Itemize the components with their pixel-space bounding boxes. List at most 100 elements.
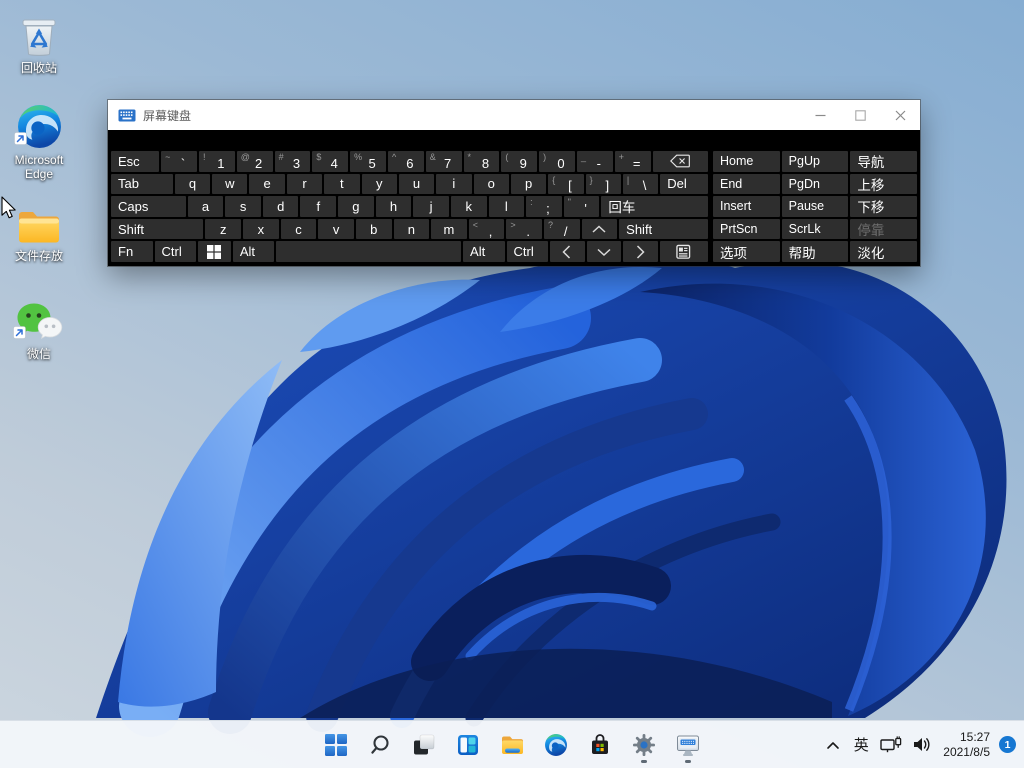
key-上移[interactable]: 上移	[850, 174, 917, 195]
key-y[interactable]: y	[362, 174, 397, 195]
key-停靠[interactable]: 停靠	[850, 219, 917, 240]
key-Caps[interactable]: Caps	[111, 196, 186, 217]
key-arrow-down[interactable]	[587, 241, 622, 262]
key-5[interactable]: %5	[350, 151, 386, 172]
taskbar-file-explorer-button[interactable]	[492, 725, 532, 765]
key-h[interactable]: h	[376, 196, 412, 217]
key-t[interactable]: t	[324, 174, 359, 195]
key-x[interactable]: x	[243, 219, 279, 240]
key-6[interactable]: ^6	[388, 151, 424, 172]
key-.[interactable]: >.	[506, 219, 542, 240]
key-o[interactable]: o	[474, 174, 509, 195]
key-,[interactable]: <,	[469, 219, 505, 240]
maximize-button[interactable]	[840, 100, 880, 130]
key-v[interactable]: v	[318, 219, 354, 240]
key-menu[interactable]	[660, 241, 708, 262]
key-arrow-left[interactable]	[550, 241, 585, 262]
key-\[interactable]: |\	[623, 174, 658, 195]
key-k[interactable]: k	[451, 196, 487, 217]
key-Home[interactable]: Home	[713, 151, 780, 172]
desktop-icon-microsoft-edge[interactable]: Microsoft Edge	[2, 103, 76, 181]
key-d[interactable]: d	[263, 196, 299, 217]
key-u[interactable]: u	[399, 174, 434, 195]
taskbar-start-button[interactable]	[316, 725, 356, 765]
key-9[interactable]: (9	[501, 151, 537, 172]
key-space[interactable]	[276, 241, 461, 262]
key-PgDn[interactable]: PgDn	[782, 174, 849, 195]
key-i[interactable]: i	[436, 174, 471, 195]
key-z[interactable]: z	[205, 219, 241, 240]
key-Alt[interactable]: Alt	[463, 241, 505, 262]
close-button[interactable]	[880, 100, 920, 130]
key-4[interactable]: $4	[312, 151, 348, 172]
key-q[interactable]: q	[175, 174, 210, 195]
key--[interactable]: _-	[577, 151, 613, 172]
key-End[interactable]: End	[713, 174, 780, 195]
key-arrow-right[interactable]	[623, 241, 658, 262]
key-7[interactable]: &7	[426, 151, 462, 172]
key-;[interactable]: :;	[526, 196, 562, 217]
taskbar-task-view-button[interactable]	[404, 725, 444, 765]
key-8[interactable]: *8	[464, 151, 500, 172]
key-Esc[interactable]: Esc	[111, 151, 159, 172]
key-b[interactable]: b	[356, 219, 392, 240]
key-Fn[interactable]: Fn	[111, 241, 153, 262]
key-g[interactable]: g	[338, 196, 374, 217]
key-Insert[interactable]: Insert	[713, 196, 780, 217]
key-2[interactable]: @2	[237, 151, 273, 172]
key-m[interactable]: m	[431, 219, 467, 240]
key-帮助[interactable]: 帮助	[782, 241, 849, 262]
key-][interactable]: }]	[586, 174, 621, 195]
key-p[interactable]: p	[511, 174, 546, 195]
tray-network-button[interactable]	[876, 727, 906, 763]
key-淡化[interactable]: 淡化	[850, 241, 917, 262]
osk-titlebar[interactable]: 屏幕键盘	[108, 100, 920, 130]
taskbar-edge-button[interactable]	[536, 725, 576, 765]
key-下移[interactable]: 下移	[850, 196, 917, 217]
key-导航[interactable]: 导航	[850, 151, 917, 172]
key-backspace[interactable]	[653, 151, 708, 172]
taskbar-search-button[interactable]	[360, 725, 400, 765]
desktop-icon-wechat[interactable]: 微信	[2, 300, 76, 361]
tray-volume-button[interactable]	[908, 727, 936, 763]
tray-clock[interactable]: 15:27 2021/8/5	[938, 730, 995, 760]
key-=[interactable]: +=	[615, 151, 651, 172]
notification-badge[interactable]: 1	[999, 736, 1016, 753]
key-l[interactable]: l	[489, 196, 525, 217]
key-/[interactable]: ?/	[544, 219, 580, 240]
key-a[interactable]: a	[188, 196, 224, 217]
key-3[interactable]: #3	[275, 151, 311, 172]
taskbar-on-screen-keyboard-button[interactable]	[668, 725, 708, 765]
taskbar-store-button[interactable]	[580, 725, 620, 765]
key-回车[interactable]: 回车	[601, 196, 708, 217]
key-e[interactable]: e	[249, 174, 284, 195]
key-[[interactable]: {[	[548, 174, 583, 195]
key-Ctrl[interactable]: Ctrl	[155, 241, 197, 262]
key-f[interactable]: f	[300, 196, 336, 217]
key-'[interactable]: "'	[564, 196, 600, 217]
tray-ime-indicator[interactable]: 英	[848, 727, 874, 763]
minimize-button[interactable]	[800, 100, 840, 130]
key-s[interactable]: s	[225, 196, 261, 217]
key-n[interactable]: n	[394, 219, 430, 240]
key-PrtScn[interactable]: PrtScn	[713, 219, 780, 240]
key-windows[interactable]	[198, 241, 231, 262]
key-Shift[interactable]: Shift	[111, 219, 203, 240]
key-j[interactable]: j	[413, 196, 449, 217]
key-Del[interactable]: Del	[660, 174, 708, 195]
taskbar-widgets-button[interactable]	[448, 725, 488, 765]
key-`[interactable]: ~`	[161, 151, 197, 172]
key-arrow-up[interactable]	[582, 219, 618, 240]
tray-hidden-icons-button[interactable]	[820, 727, 846, 763]
key-ScrLk[interactable]: ScrLk	[782, 219, 849, 240]
key-c[interactable]: c	[281, 219, 317, 240]
key-0[interactable]: )0	[539, 151, 575, 172]
key-r[interactable]: r	[287, 174, 322, 195]
key-Ctrl[interactable]: Ctrl	[507, 241, 549, 262]
taskbar-settings-button[interactable]	[624, 725, 664, 765]
key-Tab[interactable]: Tab	[111, 174, 173, 195]
key-Pause[interactable]: Pause	[782, 196, 849, 217]
key-w[interactable]: w	[212, 174, 247, 195]
key-Alt[interactable]: Alt	[233, 241, 275, 262]
key-1[interactable]: !1	[199, 151, 235, 172]
